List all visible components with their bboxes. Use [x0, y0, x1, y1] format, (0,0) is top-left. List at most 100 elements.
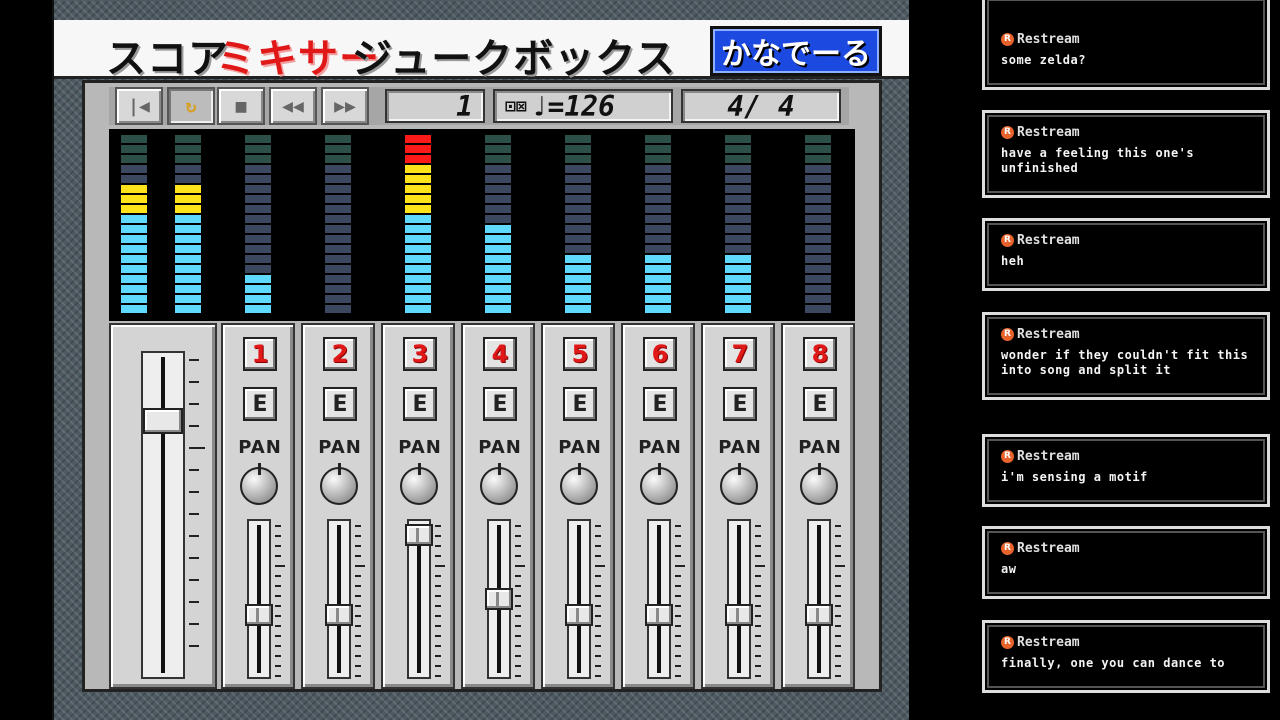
scale-tick [355, 655, 361, 657]
meter-segment [325, 215, 351, 223]
meter-segment [725, 255, 751, 263]
meter-segment [805, 295, 831, 303]
chat-message: R Restream aw [982, 526, 1270, 599]
volume-fader-handle[interactable] [325, 604, 353, 627]
meter-segment [175, 225, 201, 233]
restream-icon: R [1001, 541, 1014, 555]
pan-knob[interactable] [320, 463, 358, 505]
pan-knob[interactable] [560, 463, 598, 505]
channel-number[interactable]: 5 [563, 337, 597, 371]
scale-tick [755, 665, 761, 667]
chat-username: Restream [1017, 232, 1080, 248]
scale-tick [835, 625, 841, 627]
scale-tick [755, 565, 765, 567]
menu-jukebox[interactable]: ジュークボックス [352, 26, 676, 84]
scale-tick [355, 605, 361, 607]
meter-segment [725, 145, 751, 153]
meter-segment [325, 175, 351, 183]
meter-segment [725, 195, 751, 203]
channel-number[interactable]: 3 [403, 337, 437, 371]
volume-fader-handle[interactable] [245, 604, 273, 627]
meter-segment [485, 215, 511, 223]
stop-button[interactable]: ■ [217, 87, 265, 125]
rewind-button[interactable]: ◀◀ [269, 87, 317, 125]
meter-segment [245, 205, 271, 213]
effect-button[interactable]: E [323, 387, 357, 421]
effect-button[interactable]: E [243, 387, 277, 421]
volume-fader-handle[interactable] [805, 604, 833, 627]
effect-button[interactable]: E [803, 387, 837, 421]
volume-fader-handle[interactable] [405, 523, 433, 546]
effect-button[interactable]: E [563, 387, 597, 421]
master-fader-track [141, 351, 185, 679]
effect-button[interactable]: E [723, 387, 757, 421]
meter-segment [485, 285, 511, 293]
fader-scale [755, 525, 765, 677]
volume-fader-handle[interactable] [725, 604, 753, 627]
fader-scale [435, 525, 445, 677]
fast-forward-button[interactable]: ▶▶ [321, 87, 369, 125]
master-fader-handle[interactable] [143, 407, 183, 434]
chat-text: have a feeling this one's unfinished [1001, 146, 1195, 175]
kanaderu-button[interactable]: かなでーる [710, 26, 882, 76]
scale-tick [675, 615, 681, 617]
meter-segment [325, 185, 351, 193]
meter-segment [725, 235, 751, 243]
time-signature-display: 4/ 4 [681, 89, 841, 123]
rewind-start-icon: |◀ [128, 95, 150, 117]
scale-tick [755, 575, 761, 577]
fast-forward-icon: ▶▶ [334, 95, 356, 117]
scale-tick [675, 675, 681, 677]
pan-knob[interactable] [720, 463, 758, 505]
scale-tick [675, 545, 681, 547]
meter-segment [175, 195, 201, 203]
scale-tick [355, 665, 361, 667]
channel-number[interactable]: 8 [803, 337, 837, 371]
menu-score[interactable]: スコア [106, 26, 229, 84]
meter-segment [485, 195, 511, 203]
meter-segment [725, 305, 751, 313]
pan-knob[interactable] [800, 463, 838, 505]
scale-tick [835, 615, 841, 617]
meter-segment [245, 265, 271, 273]
scale-tick [355, 555, 361, 557]
scale-tick [275, 595, 281, 597]
scale-tick [355, 595, 361, 597]
meter-segment [725, 225, 751, 233]
meter-segment [245, 245, 271, 253]
effect-button[interactable]: E [643, 387, 677, 421]
meter-segment [645, 225, 671, 233]
volume-fader-handle[interactable] [645, 604, 673, 627]
effect-button[interactable]: E [403, 387, 437, 421]
scale-tick [675, 565, 685, 567]
meter-segment [121, 295, 147, 303]
fader-track [647, 519, 671, 679]
rewind-start-button[interactable]: |◀ [115, 87, 163, 125]
pan-knob[interactable] [480, 463, 518, 505]
scale-tick [189, 447, 205, 449]
meter-segment [121, 165, 147, 173]
meter-segment [485, 255, 511, 263]
channel-number[interactable]: 1 [243, 337, 277, 371]
fader-track [247, 519, 271, 679]
pan-knob[interactable] [640, 463, 678, 505]
scale-tick [595, 595, 601, 597]
scale-tick [189, 601, 199, 603]
fader-scale [515, 525, 525, 677]
channel-number[interactable]: 2 [323, 337, 357, 371]
channel-number[interactable]: 6 [643, 337, 677, 371]
channel-number[interactable]: 4 [483, 337, 517, 371]
restream-icon: R [1001, 635, 1014, 649]
tempo-mode-icon: ⊡⊠ [505, 95, 527, 117]
effect-button[interactable]: E [483, 387, 517, 421]
pan-knob[interactable] [240, 463, 278, 505]
loop-button[interactable]: ↻ [167, 87, 215, 125]
channel-number[interactable]: 7 [723, 337, 757, 371]
meter-segment [645, 255, 671, 263]
scale-tick [515, 635, 521, 637]
pan-knob[interactable] [400, 463, 438, 505]
scale-tick [755, 655, 761, 657]
tempo-display: ⊡⊠ ♩=126 [493, 89, 673, 123]
volume-fader-handle[interactable] [485, 588, 513, 610]
volume-fader-handle[interactable] [565, 604, 593, 627]
